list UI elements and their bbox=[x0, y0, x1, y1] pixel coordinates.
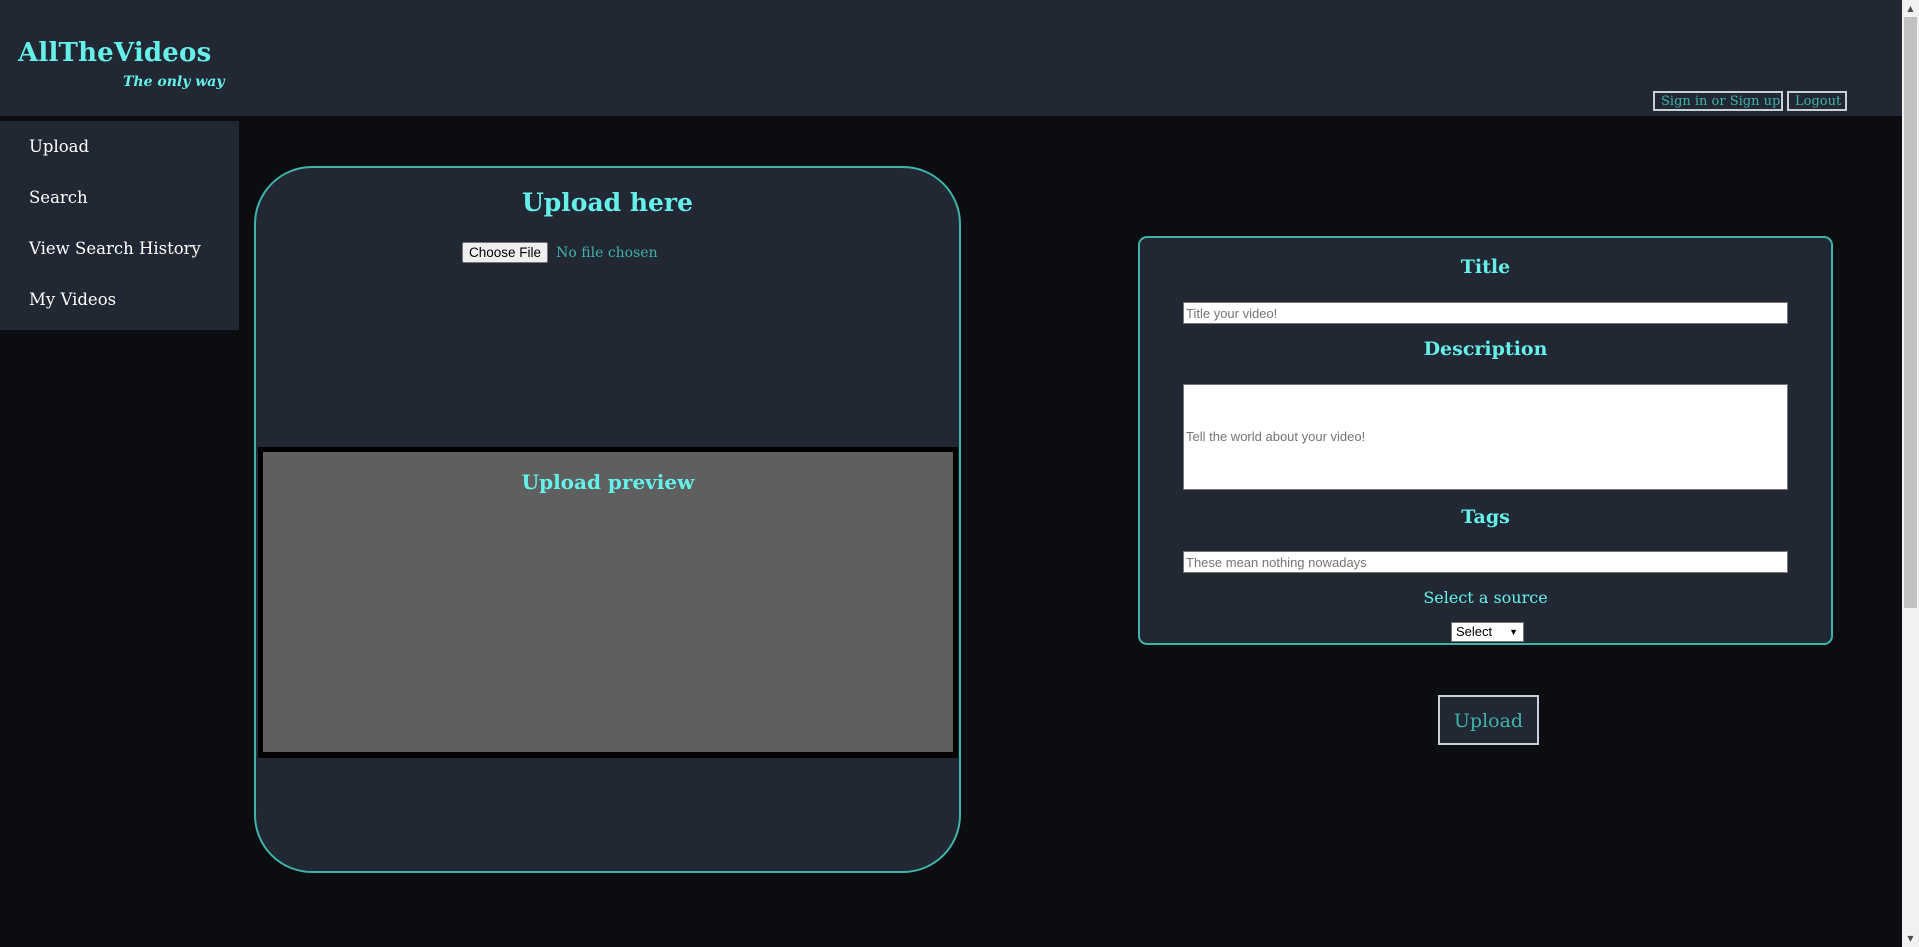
tags-label: Tags bbox=[1461, 506, 1510, 528]
site-header: AllTheVideos The only way Sign in or Sig… bbox=[0, 0, 1902, 116]
title-input[interactable] bbox=[1183, 302, 1788, 324]
tags-input[interactable] bbox=[1183, 551, 1788, 573]
page: AllTheVideos The only way Sign in or Sig… bbox=[0, 0, 1902, 947]
scroll-up-arrow-icon[interactable]: ▲ bbox=[1902, 0, 1919, 17]
sidebar-nav: Upload Search View Search History My Vid… bbox=[0, 121, 239, 330]
source-label: Select a source bbox=[1423, 588, 1548, 607]
choose-file-button[interactable]: Choose File bbox=[462, 242, 549, 263]
sidebar-item-view-search-history[interactable]: View Search History bbox=[29, 239, 201, 258]
file-picker: Choose File No file chosen bbox=[462, 242, 658, 263]
description-textarea[interactable] bbox=[1183, 384, 1788, 490]
scroll-down-arrow-icon[interactable]: ▼ bbox=[1902, 930, 1919, 947]
upload-submit-button[interactable]: Upload bbox=[1438, 695, 1539, 745]
sidebar-item-my-videos[interactable]: My Videos bbox=[29, 290, 116, 309]
upload-preview-frame: Upload preview bbox=[258, 447, 958, 758]
file-status-text: No file chosen bbox=[556, 244, 658, 261]
sign-in-button[interactable]: Sign in or Sign up bbox=[1653, 91, 1783, 111]
triangle-down-icon: ▼ bbox=[1509, 627, 1518, 637]
upload-preview-title: Upload preview bbox=[521, 470, 695, 494]
source-select[interactable]: Select ▼ bbox=[1451, 622, 1524, 642]
upload-title: Upload here bbox=[522, 188, 693, 217]
description-label: Description bbox=[1423, 338, 1548, 360]
site-logo[interactable]: AllTheVideos bbox=[18, 38, 211, 68]
video-details-form: Title Description Tags Select a source S… bbox=[1138, 236, 1833, 645]
sidebar-item-upload[interactable]: Upload bbox=[29, 137, 89, 156]
title-label: Title bbox=[1460, 256, 1511, 278]
site-tagline: The only way bbox=[123, 74, 225, 90]
source-select-value: Select bbox=[1456, 624, 1493, 639]
upload-panel: Upload here Choose File No file chosen U… bbox=[254, 166, 961, 873]
scrollbar-thumb[interactable] bbox=[1904, 17, 1917, 608]
upload-preview-area: Upload preview bbox=[263, 452, 953, 752]
logout-button[interactable]: Logout bbox=[1787, 91, 1847, 111]
vertical-scrollbar[interactable]: ▲ ▼ bbox=[1902, 0, 1919, 947]
sidebar-item-search[interactable]: Search bbox=[29, 188, 88, 207]
